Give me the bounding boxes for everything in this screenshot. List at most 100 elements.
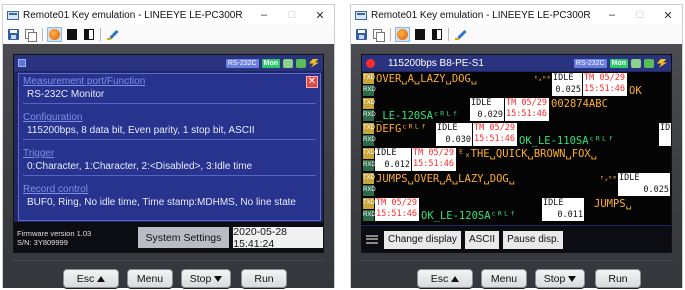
- idle-time-box: ID: [659, 123, 671, 146]
- control-chars: ᴱₓᴿᴮ: [534, 75, 551, 83]
- idle-value: 0.025: [555, 85, 581, 95]
- copy-icon: [373, 29, 385, 42]
- menu-item-port-function[interactable]: Measurement port/Function RS-232C Monito…: [23, 76, 316, 104]
- alert-icon: [397, 29, 408, 40]
- divider: [23, 175, 316, 176]
- contrast-button[interactable]: [81, 27, 96, 42]
- menu-key[interactable]: Menu: [127, 269, 173, 288]
- arrow-up-icon: [97, 275, 106, 282]
- device-panel: 115200bps B8-PE-S1 RS-232C Mon TXD RXD O…: [351, 44, 682, 288]
- divider: [23, 139, 316, 140]
- menu-heading: Measurement port/Function: [23, 76, 146, 87]
- pause-display-button[interactable]: Pause disp.: [503, 230, 564, 249]
- menu-heading: Record control: [23, 184, 89, 195]
- run-label: Run: [608, 272, 628, 285]
- black-screen-button[interactable]: [412, 27, 427, 42]
- close-button[interactable]: ✕: [654, 9, 682, 22]
- txd-tag: TXD: [363, 148, 375, 159]
- timestamp-date: TM 05/29: [376, 198, 417, 208]
- firmware-info: Firmware version 1.03 S/N: 3Y809999: [14, 229, 132, 247]
- link-icon: [283, 58, 293, 68]
- save-button[interactable]: [354, 27, 369, 42]
- idle-time-box: IDLE 0.029: [470, 98, 504, 121]
- timestamp-box: TM 05/29 15:51:46: [375, 198, 419, 221]
- menu-item-trigger[interactable]: Trigger 0:Character, 1:Character, 2:<Dis…: [23, 148, 316, 176]
- interface-badge: RS-232C: [573, 58, 607, 68]
- esc-key[interactable]: Esc: [63, 269, 119, 288]
- rxd-tag: RXD: [363, 185, 376, 196]
- datetime-display: 2020-05-28 15:41:24: [233, 226, 323, 250]
- toolbar-divider: [100, 28, 101, 41]
- timestamp-date: TM 05/29: [413, 148, 454, 158]
- memory-icon: [644, 58, 654, 68]
- timestamp-date: TM 05/29: [506, 98, 547, 108]
- copy-button[interactable]: [371, 27, 386, 42]
- save-icon: [8, 29, 19, 40]
- stop-label: Stop: [543, 272, 566, 285]
- txd-tag: TXD: [363, 198, 375, 209]
- rxd-tag: RXD: [363, 210, 376, 221]
- timestamp-time: 15:51:46: [584, 84, 625, 94]
- minimize-button[interactable]: –: [598, 9, 626, 21]
- maximize-button: □: [288, 9, 296, 21]
- right-app-window: Remote01 Key emulation - LINEEYE LE-PC30…: [350, 4, 683, 288]
- screen-header: RS-232C Mon: [14, 55, 323, 71]
- black-screen-icon: [414, 29, 425, 40]
- line-settings: 115200bps B8-PE-S1: [388, 57, 484, 69]
- rxd-tag: RXD: [363, 160, 376, 171]
- txd-tag: TXD: [363, 98, 375, 109]
- run-key[interactable]: Run: [595, 269, 641, 288]
- idle-value: 0.030: [445, 135, 471, 145]
- menu-item-configuration[interactable]: Configuration 115200bps, 8 data bit, Eve…: [23, 112, 316, 140]
- change-display-button[interactable]: Change display: [384, 230, 461, 249]
- alert-button[interactable]: [395, 27, 410, 42]
- data-row: TXD RXD IDLE 0.012 TM 05/29 15:51:46 ᴱₓT…: [362, 148, 671, 172]
- stop-key[interactable]: Stop: [535, 269, 585, 288]
- contrast-button[interactable]: [429, 27, 444, 42]
- mode-badge: Mon: [261, 58, 280, 68]
- txd-tag: TXD: [363, 173, 375, 184]
- black-screen-button[interactable]: [64, 27, 79, 42]
- run-key[interactable]: Run: [241, 269, 287, 288]
- timestamp-box: TM 05/29 15:51:46: [473, 123, 517, 146]
- menu-heading: Configuration: [23, 112, 83, 123]
- arrow-up-icon: [451, 275, 460, 282]
- divider: [23, 103, 316, 104]
- esc-key[interactable]: Esc: [417, 269, 473, 288]
- idle-value: 0.011: [557, 210, 583, 220]
- edit-button[interactable]: [453, 27, 468, 42]
- record-indicator-icon: [366, 58, 375, 68]
- copy-button[interactable]: [23, 27, 38, 42]
- idle-value: 0.029: [477, 110, 503, 120]
- idle-label: IDLE: [619, 173, 640, 183]
- save-button[interactable]: [6, 27, 21, 42]
- txd-data: 002874ABC: [551, 98, 608, 110]
- menu-key[interactable]: Menu: [481, 269, 527, 288]
- stop-key[interactable]: Stop: [181, 269, 231, 288]
- rxd-data: _LE-120SAᶜᴿᴸᶠ: [376, 110, 459, 122]
- window-title: Remote01 Key emulation - LINEEYE LE-PC30…: [371, 9, 591, 21]
- idle-label: ID: [660, 123, 671, 133]
- maximize-button: □: [636, 9, 644, 21]
- ascii-button[interactable]: ASCII: [464, 230, 500, 249]
- arrow-down-icon: [214, 275, 223, 282]
- toolbar: [3, 25, 334, 44]
- system-settings-button[interactable]: System Settings: [137, 227, 230, 248]
- txd-data: JUMPS␣OVER␣A␣LAZY␣DOG␣: [376, 173, 516, 185]
- idle-time-box: IDLE 0.012: [375, 148, 411, 171]
- rxd-tag: RXD: [363, 85, 376, 96]
- menu-item-record-control[interactable]: Record control BUF0, Ring, No idle time,…: [23, 184, 316, 208]
- app-icon: [355, 10, 367, 20]
- idle-time-box: IDLE 0.011: [542, 198, 584, 221]
- close-button[interactable]: ✕: [306, 9, 334, 22]
- pen-icon: [106, 29, 119, 40]
- alert-button[interactable]: [47, 27, 62, 42]
- edit-button[interactable]: [105, 27, 120, 42]
- bezel-divider: [11, 260, 326, 261]
- stop-label: Stop: [189, 272, 212, 285]
- hamburger-menu-icon[interactable]: [366, 235, 378, 244]
- screen-footer: Firmware version 1.03 S/N: 3Y809999 Syst…: [14, 222, 323, 252]
- data-row: TXD RXD _LE-120SAᶜᴿᴸᶠ IDLE 0.029 TM 05/2…: [362, 98, 671, 122]
- idle-value: 0.025: [643, 185, 669, 195]
- minimize-button[interactable]: –: [250, 9, 278, 21]
